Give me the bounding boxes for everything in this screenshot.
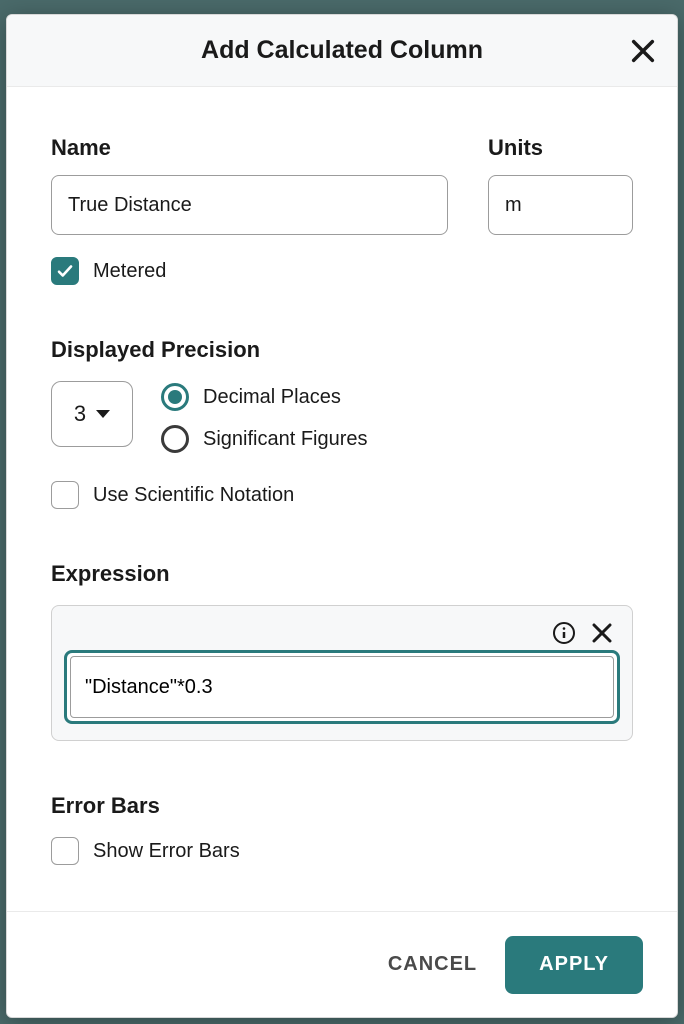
expression-section: Expression [51,561,633,741]
modal-title: Add Calculated Column [201,36,483,65]
apply-button[interactable]: APPLY [505,936,643,994]
scientific-notation-checkbox[interactable] [51,481,79,509]
radio-label-decimal: Decimal Places [203,386,341,409]
errorbars-heading: Error Bars [51,793,633,819]
radio-icon [161,383,189,411]
show-error-bars-label: Show Error Bars [93,840,240,863]
caret-down-icon [96,410,110,418]
precision-heading: Displayed Precision [51,337,633,363]
errorbars-section: Error Bars Show Error Bars [51,793,633,865]
close-icon[interactable] [629,37,657,65]
expression-input[interactable] [70,656,614,718]
precision-value: 3 [74,401,86,427]
name-input[interactable] [51,175,448,235]
precision-radio-decimal[interactable]: Decimal Places [161,383,368,411]
scientific-notation-label: Use Scientific Notation [93,484,294,507]
radio-icon [161,425,189,453]
clear-expression-icon[interactable] [590,621,614,645]
precision-section: Displayed Precision 3 Decimal Places [51,337,633,509]
add-calculated-column-modal: Add Calculated Column Name Units [6,14,678,1018]
modal-header: Add Calculated Column [7,15,677,87]
show-error-bars-checkbox[interactable] [51,837,79,865]
precision-select[interactable]: 3 [51,381,133,447]
modal-body: Name Units Metered Displayed Precision [7,87,677,911]
precision-radio-sigfig[interactable]: Significant Figures [161,425,368,453]
name-label: Name [51,135,448,161]
units-label: Units [488,135,633,161]
radio-label-sigfig: Significant Figures [203,428,368,451]
cancel-button[interactable]: CANCEL [388,953,477,976]
units-input[interactable] [488,175,633,235]
expression-box [51,605,633,741]
metered-label: Metered [93,260,166,283]
expression-heading: Expression [51,561,633,587]
info-icon[interactable] [552,621,576,645]
modal-footer: CANCEL APPLY [7,911,677,1017]
metered-checkbox[interactable] [51,257,79,285]
